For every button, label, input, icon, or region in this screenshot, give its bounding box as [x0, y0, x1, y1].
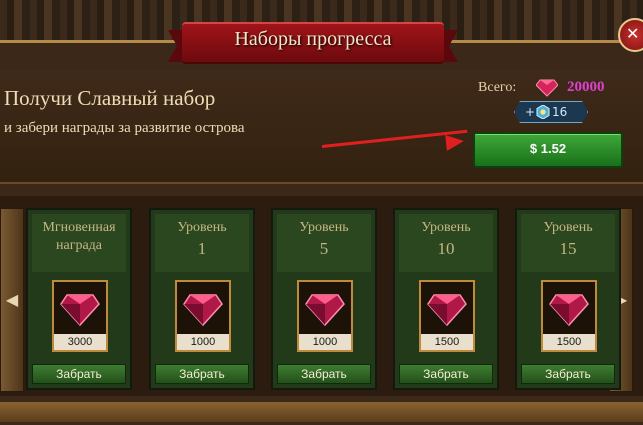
bonus-value: 16: [552, 105, 568, 119]
offer-title: Получи Славный набор: [4, 86, 216, 110]
bonus-badge: + 16: [514, 101, 588, 123]
title-banner: Наборы прогресса: [168, 12, 458, 68]
card-level: 1: [197, 239, 207, 258]
card-title: Уровень: [421, 220, 471, 235]
buy-button[interactable]: $ 1.52: [473, 132, 623, 168]
card-title: Уровень: [177, 220, 227, 235]
ruby-icon: [427, 294, 467, 327]
reward-card-instant: Мгновенная награда 3000 Забрать: [26, 208, 132, 390]
total-label: Всего:: [478, 80, 517, 95]
claim-button[interactable]: Забрать: [32, 364, 126, 384]
bottom-frame: [0, 402, 643, 422]
claim-button[interactable]: Забрать: [155, 364, 249, 384]
card-header: Уровень 5: [277, 214, 371, 272]
reward-amount: 1000: [177, 334, 229, 350]
card-title: Мгновенная: [42, 220, 116, 235]
offer-panel: Получи Славный набор и забери награды за…: [0, 70, 643, 184]
reward-amount: 1000: [299, 334, 351, 350]
card-header: Мгновенная награда: [32, 214, 126, 272]
window-title: Наборы прогресса: [234, 28, 392, 50]
claim-button[interactable]: Забрать: [399, 364, 493, 384]
reward-slot: 3000: [52, 280, 108, 352]
arrow-left-icon[interactable]: ◀: [0, 208, 24, 392]
offer-subtitle: и забери награды за развитие острова: [4, 120, 245, 136]
reward-slot: 1000: [297, 280, 353, 352]
ruby-icon: [60, 294, 100, 327]
reward-card-level-5: Уровень 5 1000 Забрать: [271, 208, 377, 390]
card-level: 10: [437, 239, 455, 258]
total-value: 20000: [567, 79, 605, 95]
reward-card-level-15: Уровень 15 1500 Забрать: [515, 208, 621, 390]
reward-slot: 1500: [541, 280, 597, 352]
card-level: 5: [319, 239, 329, 258]
claim-button[interactable]: Забрать: [277, 364, 371, 384]
card-header: Уровень 10: [399, 214, 493, 272]
card-header: Уровень 15: [521, 214, 615, 272]
reward-amount: 1500: [421, 334, 473, 350]
card-title: Уровень: [299, 220, 349, 235]
reward-amount: 3000: [54, 334, 106, 350]
reward-card-level-1: Уровень 1 1000 Забрать: [149, 208, 255, 390]
gem-hex-icon: [536, 105, 550, 119]
bonus-prefix: +: [525, 105, 536, 119]
reward-slot: 1000: [175, 280, 231, 352]
pointer-arrow-head: [445, 133, 465, 151]
ruby-icon: [549, 294, 589, 327]
ruby-icon: [305, 294, 345, 327]
reward-slot: 1500: [419, 280, 475, 352]
ruby-icon: [183, 294, 223, 327]
card-subtitle: награда: [56, 238, 102, 253]
reward-amount: 1500: [543, 334, 595, 350]
card-level: 15: [559, 239, 577, 258]
card-header: Уровень 1: [155, 214, 249, 272]
ruby-icon: [536, 79, 558, 97]
claim-button[interactable]: Забрать: [521, 364, 615, 384]
reward-card-level-10: Уровень 10 1500 Забрать: [393, 208, 499, 390]
card-title: Уровень: [543, 220, 593, 235]
